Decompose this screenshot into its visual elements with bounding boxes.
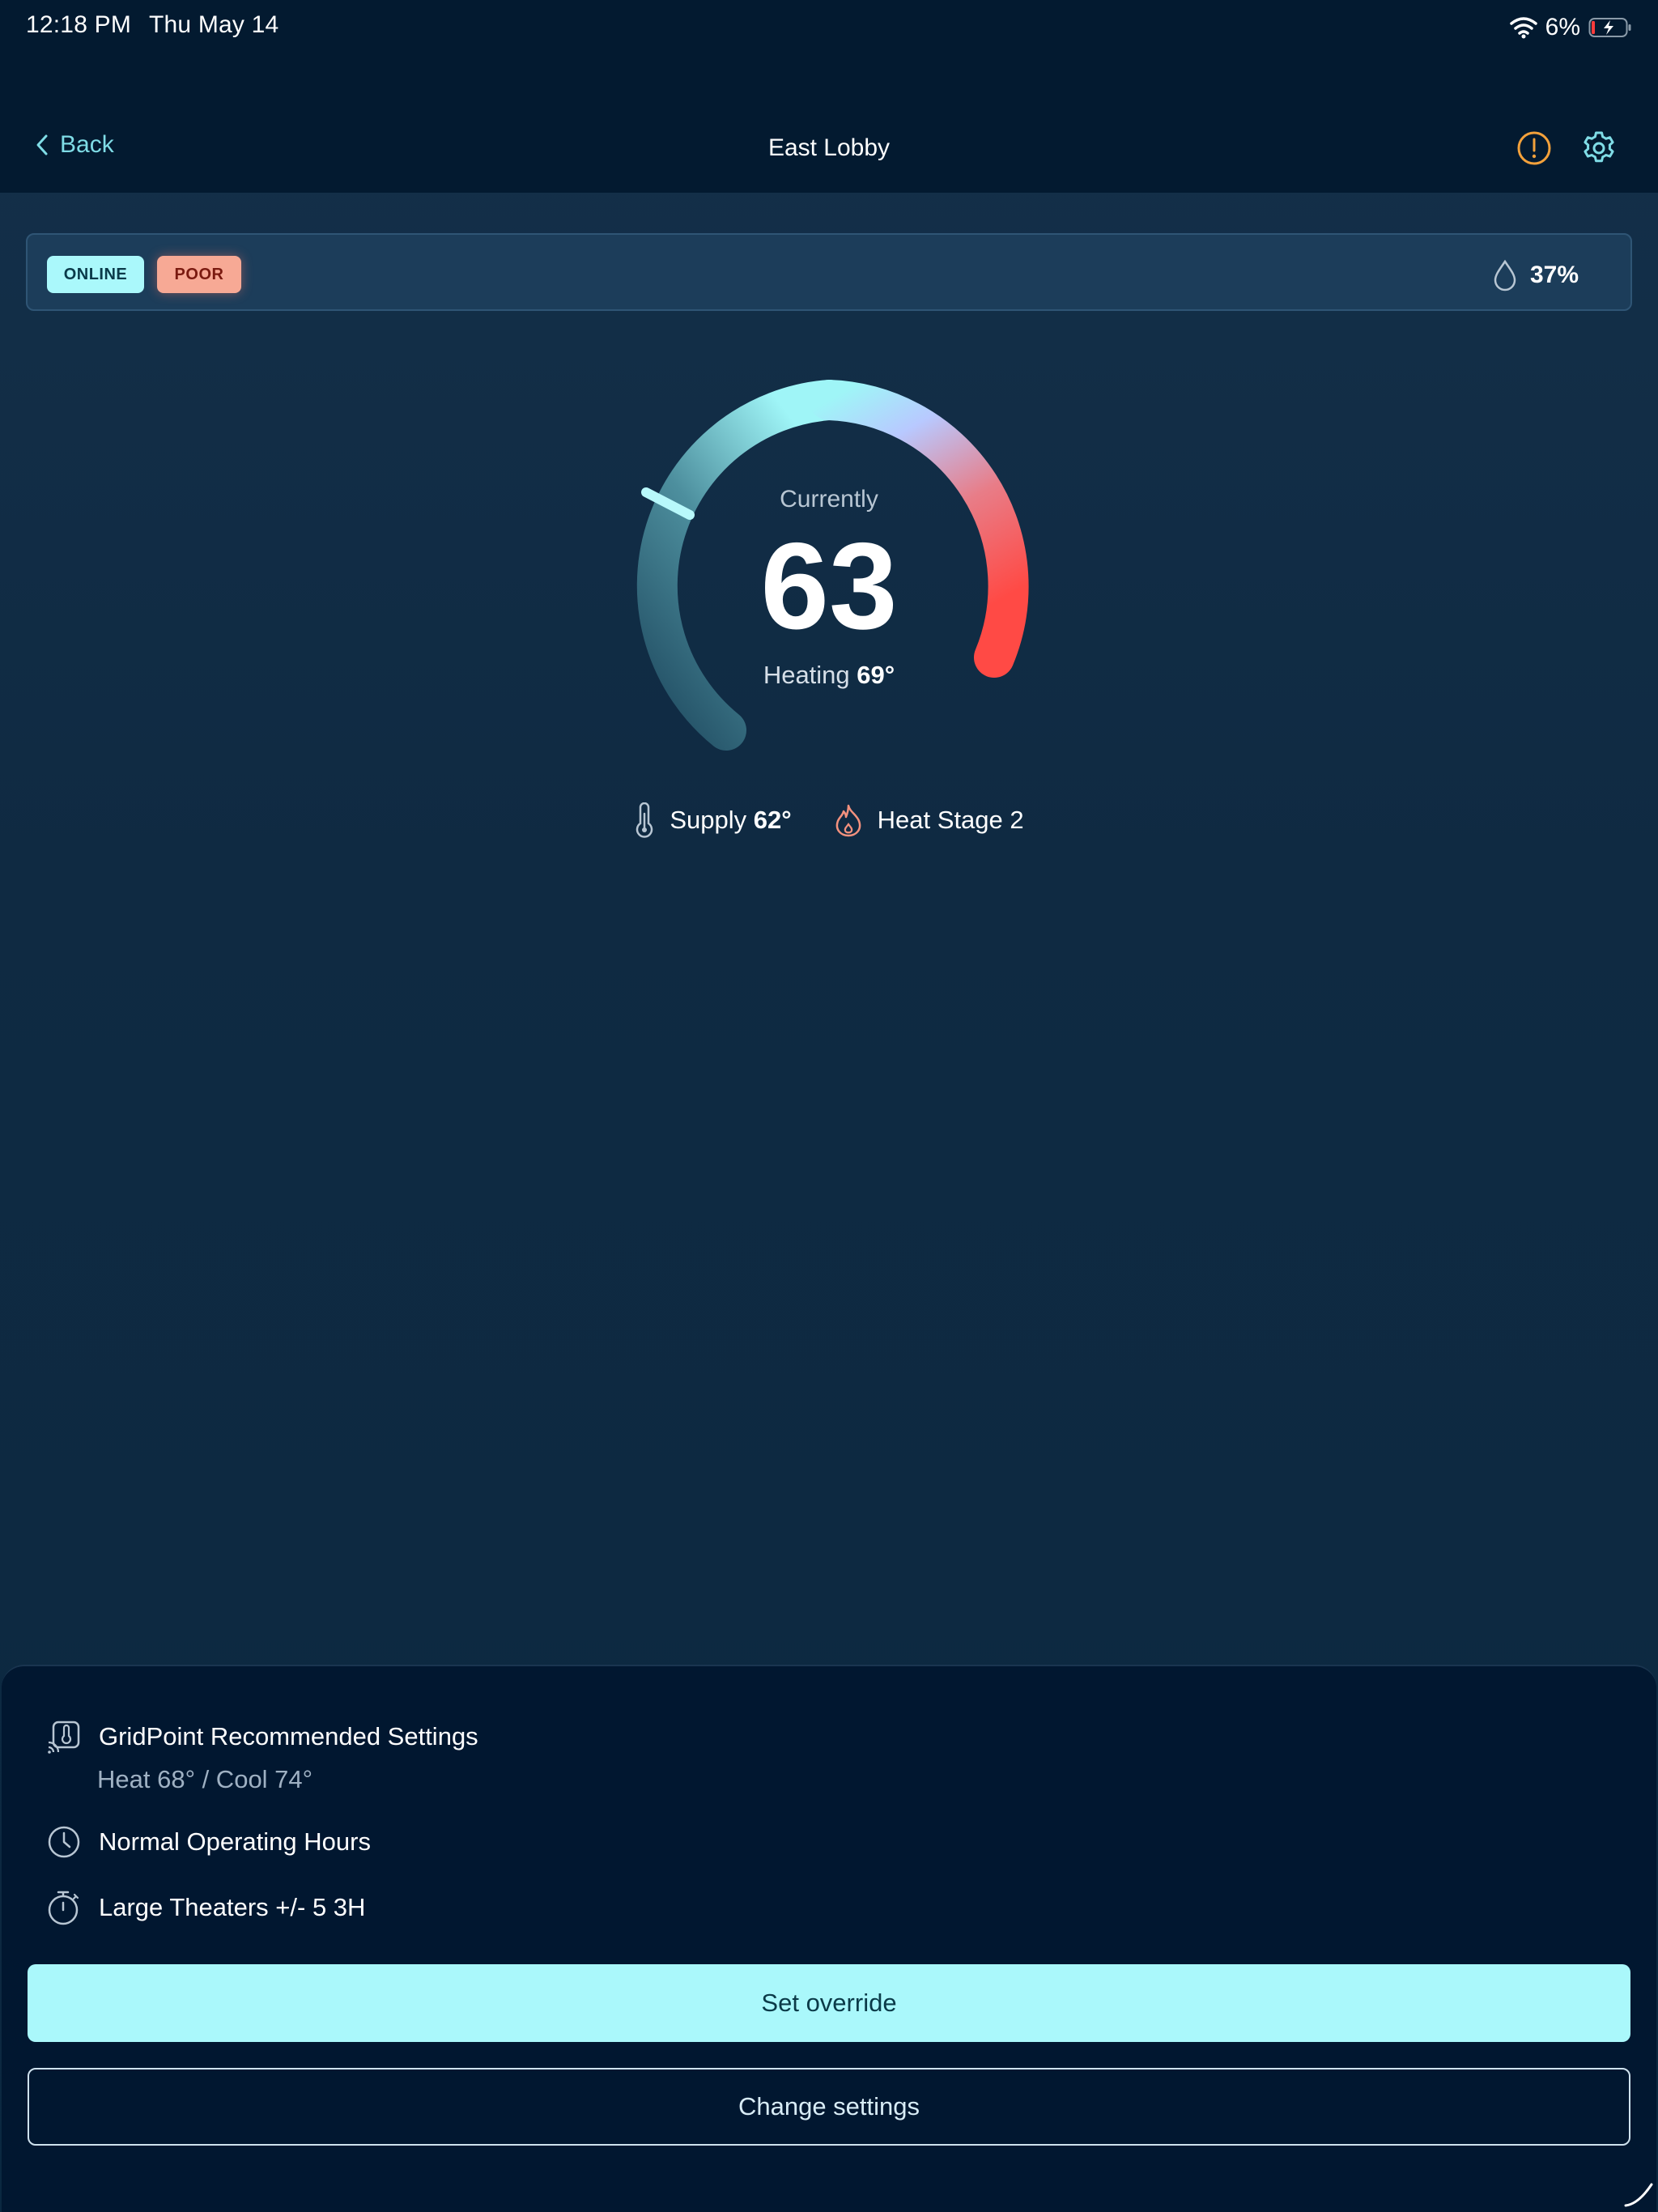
timer-row[interactable]: Large Theaters +/- 5 3H (47, 1890, 365, 1925)
schedule-label: Normal Operating Hours (99, 1827, 371, 1856)
recommended-title: GridPoint Recommended Settings (99, 1722, 478, 1750)
equipment-info-row: Supply 62° Heat Stage 2 (0, 800, 1658, 840)
battery-percent: 6% (1545, 14, 1580, 40)
recommended-settings[interactable]: GridPoint Recommended Settings (47, 1720, 478, 1754)
thermometer-icon (636, 802, 653, 838)
heat-stage: Heat Stage 2 (834, 803, 1024, 837)
set-override-button[interactable]: Set override (28, 1964, 1630, 2042)
humidity-value: 37% (1530, 262, 1579, 288)
page-title: East Lobby (767, 134, 891, 161)
alert-icon[interactable] (1516, 130, 1553, 167)
recommended-values: Heat 68° / Cool 74° (97, 1765, 313, 1793)
mode-label: Heating (763, 661, 850, 689)
schedule-row[interactable]: Normal Operating Hours (47, 1825, 371, 1859)
current-temperature: 63 (760, 517, 898, 655)
setpoint-value: 69° (857, 661, 895, 689)
status-strip: ONLINE POOR 37% (26, 233, 1632, 311)
change-settings-button[interactable]: Change settings (28, 2068, 1630, 2146)
clock-icon (48, 1826, 80, 1858)
status-indicators: 6% (1509, 11, 1632, 44)
online-badge: ONLINE (47, 256, 144, 293)
top-bar: 12:18 PM Thu May 14 6% Back East Lobby (0, 0, 1658, 193)
supply-temp: Supply 62° (634, 802, 792, 838)
humidity-readout: 37% (1493, 257, 1630, 293)
gauge-label: Currently (780, 486, 878, 513)
smart-thermostat-icon (48, 1721, 80, 1754)
stage-label: Heat Stage 2 (877, 806, 1024, 834)
droplet-icon (1494, 259, 1516, 291)
supply-value: 62° (753, 806, 792, 834)
heating-setpoint: Heating 69° (0, 661, 1658, 690)
status-clock: 12:18 PM Thu May 14 (26, 11, 296, 39)
timer-icon (48, 1891, 79, 1925)
status-time: 12:18 PM (26, 11, 132, 38)
status-date: Thu May 14 (149, 11, 279, 38)
timer-label: Large Theaters +/- 5 3H (99, 1893, 366, 1921)
wifi-icon (1509, 17, 1537, 39)
supply-label: Supply (670, 806, 747, 834)
flame-icon (835, 804, 861, 837)
battery-icon (1588, 18, 1631, 37)
quality-badge: POOR (157, 256, 241, 293)
gear-icon[interactable] (1580, 130, 1618, 167)
resize-handle-icon[interactable] (1622, 2176, 1655, 2209)
